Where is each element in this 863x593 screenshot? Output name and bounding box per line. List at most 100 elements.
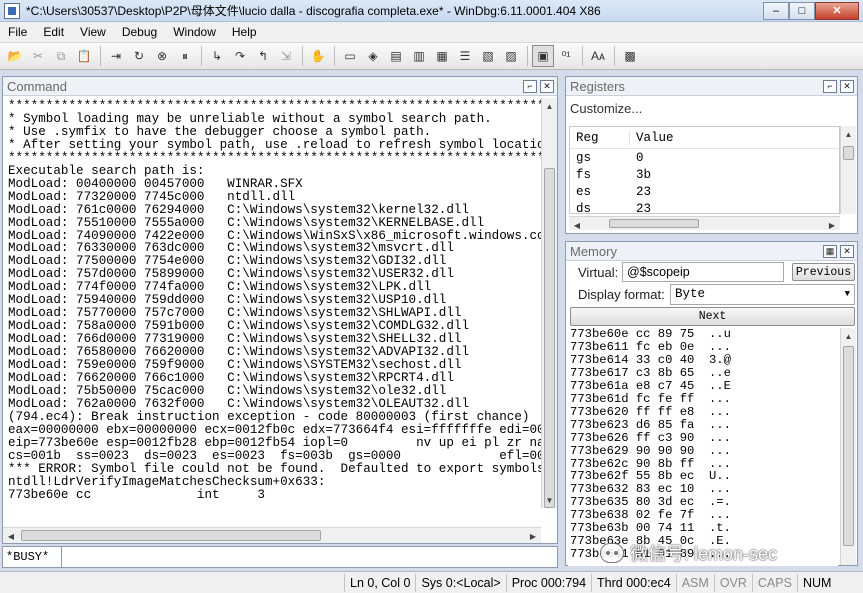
register-value[interactable]: 3b: [630, 168, 651, 182]
scratch-pad-icon[interactable]: ▨: [500, 45, 522, 67]
status-caps: CAPS: [751, 573, 797, 592]
register-row[interactable]: ds 23: [570, 200, 839, 214]
register-row[interactable]: gs 0: [570, 149, 839, 166]
previous-button[interactable]: Previous: [792, 263, 855, 281]
step-into-icon[interactable]: ↳: [206, 45, 228, 67]
break-icon[interactable]: ⏸: [174, 45, 196, 67]
memory-output[interactable]: 773be60e cc 89 75 ..u 773be611 fc eb 0e .…: [568, 328, 838, 566]
registers-pane: Registers ⌐ ✕ Customize... Reg Value gs 0…: [565, 76, 858, 234]
scrollbar-thumb[interactable]: [609, 219, 699, 228]
virtual-address-input[interactable]: @$scopeip: [622, 262, 784, 282]
copy-icon[interactable]: ⧉: [50, 45, 72, 67]
menu-bar: File Edit View Debug Window Help: [0, 22, 863, 42]
registers-vertical-scrollbar[interactable]: ▲: [840, 126, 856, 214]
registers-horizontal-scrollbar[interactable]: ◀ ▶: [569, 216, 840, 230]
scroll-right-icon[interactable]: ▶: [824, 217, 840, 233]
command-vertical-scrollbar[interactable]: ▲ ▼: [541, 98, 557, 508]
memory-window-icon[interactable]: ▦: [431, 45, 453, 67]
hex-mode-icon[interactable]: ⁰¹: [555, 45, 577, 67]
maximize-button[interactable]: □: [789, 1, 815, 20]
step-over-icon[interactable]: ↷: [229, 45, 251, 67]
command-output-line: ModLoad: 77320000 7745c000 ntdll.dll: [8, 189, 296, 204]
minimize-button[interactable]: –: [763, 1, 789, 20]
command-output-line: ModLoad: 75b50000 75cac000 C:\Windows\sy…: [8, 383, 447, 398]
cut-icon[interactable]: ✂: [27, 45, 49, 67]
menu-file[interactable]: File: [0, 25, 35, 39]
scroll-left-icon[interactable]: ◀: [3, 528, 19, 544]
disassembly-window-icon[interactable]: ▧: [477, 45, 499, 67]
scroll-up-icon[interactable]: ▲: [841, 126, 856, 142]
call-stack-window-icon[interactable]: ☰: [454, 45, 476, 67]
pane-menu-icon[interactable]: ⌐: [823, 80, 837, 93]
command-output-line: eax=00000000 ebx=00000000 ecx=0012fb0c e…: [8, 422, 541, 437]
go-icon[interactable]: ⇥: [105, 45, 127, 67]
paste-icon[interactable]: 📋: [73, 45, 95, 67]
watch-window-icon[interactable]: ◈: [362, 45, 384, 67]
window-title: *C:\Users\30537\Desktop\P2P\母体文件\lucio d…: [26, 4, 601, 18]
command-output[interactable]: ****************************************…: [3, 98, 541, 508]
memory-vertical-scrollbar[interactable]: ▲: [840, 328, 856, 565]
command-output-line: ModLoad: 762a0000 7632f000 C:\Windows\sy…: [8, 396, 470, 411]
memory-line: 773be629 90 90 90 ...: [570, 443, 731, 458]
menu-edit[interactable]: Edit: [35, 25, 72, 39]
font-icon[interactable]: Aᴀ: [587, 45, 609, 67]
toolbar: 📂 ✂ ⧉ 📋 ⇥ ↻ ⊗ ⏸ ↳ ↷ ↰ ⇲ ✋ ▭ ◈ ▤ ▥ ▦ ☰ ▧ ▨ ▣ ⁰¹ Aᴀ ▩: [0, 42, 863, 70]
customize-button[interactable]: Customize...: [570, 101, 642, 116]
command-output-line: ModLoad: 00400000 00457000 WINRAR.SFX: [8, 176, 303, 191]
memory-pane-close-icon[interactable]: ✕: [840, 245, 854, 258]
scrollbar-thumb[interactable]: [544, 168, 555, 508]
next-button[interactable]: Next: [570, 307, 855, 326]
menu-window[interactable]: Window: [165, 25, 224, 39]
close-button[interactable]: ✕: [815, 1, 859, 20]
scroll-left-icon[interactable]: ◀: [569, 217, 585, 233]
source-mode-icon[interactable]: ▣: [532, 45, 554, 67]
menu-view[interactable]: View: [72, 25, 114, 39]
open-icon[interactable]: 📂: [4, 45, 26, 67]
locals-window-icon[interactable]: ▤: [385, 45, 407, 67]
restart-icon[interactable]: ↻: [128, 45, 150, 67]
menu-help[interactable]: Help: [224, 25, 265, 39]
pane-menu-icon[interactable]: ⌐: [523, 80, 537, 93]
command-input[interactable]: [62, 546, 558, 568]
command-pane-header: Command: [3, 77, 557, 96]
value-column-header[interactable]: Value: [630, 131, 674, 145]
status-process: Proc 000:794: [505, 573, 591, 592]
scroll-up-icon[interactable]: ▲: [841, 328, 856, 344]
toolbar-separator: [614, 46, 615, 66]
windbg-app-icon[interactable]: [4, 2, 20, 19]
registers-pane-close-icon[interactable]: ✕: [840, 80, 854, 93]
memory-line: 773be61a e8 c7 45 ..E: [570, 378, 731, 393]
command-horizontal-scrollbar[interactable]: ◀ ▶: [3, 527, 541, 543]
register-row[interactable]: es 23: [570, 183, 839, 200]
register-value[interactable]: 23: [630, 185, 651, 199]
step-out-icon[interactable]: ↰: [252, 45, 274, 67]
registers-window-icon[interactable]: ▥: [408, 45, 430, 67]
run-to-cursor-icon[interactable]: ⇲: [275, 45, 297, 67]
command-window-icon[interactable]: ▭: [339, 45, 361, 67]
scroll-right-icon[interactable]: ▶: [525, 528, 541, 544]
memory-pane: Memory ▦ ✕ Virtual: @$scopeip Previous D…: [565, 241, 858, 566]
display-format-select[interactable]: Byte ▼: [670, 284, 855, 305]
stop-debugging-icon[interactable]: ⊗: [151, 45, 173, 67]
memory-pane-header: Memory: [566, 242, 857, 261]
command-input-row: *BUSY*: [2, 546, 558, 568]
register-value[interactable]: 0: [630, 151, 644, 165]
scroll-up-icon[interactable]: ▲: [542, 98, 557, 114]
scrollbar-thumb[interactable]: [21, 530, 321, 541]
options-icon[interactable]: ▩: [619, 45, 641, 67]
watermark-text: 微信号: lemon-sec: [630, 544, 778, 564]
command-pane: Command ⌐ ✕ ****************************…: [2, 76, 558, 544]
menu-debug[interactable]: Debug: [114, 25, 165, 39]
breakpoint-hand-icon[interactable]: ✋: [307, 45, 329, 67]
register-value[interactable]: 23: [630, 202, 651, 214]
register-row[interactable]: fs 3b: [570, 166, 839, 183]
toolbar-separator: [582, 46, 583, 66]
scrollbar-thumb[interactable]: [843, 146, 854, 160]
command-pane-close-icon[interactable]: ✕: [540, 80, 554, 93]
scroll-down-icon[interactable]: ▼: [542, 492, 557, 508]
scrollbar-thumb[interactable]: [843, 346, 854, 546]
reg-column-header[interactable]: Reg: [570, 130, 630, 145]
memory-line: 773be620 ff ff e8 ...: [570, 404, 731, 419]
register-name: gs: [576, 150, 592, 165]
memory-options-icon[interactable]: ▦: [823, 245, 837, 258]
